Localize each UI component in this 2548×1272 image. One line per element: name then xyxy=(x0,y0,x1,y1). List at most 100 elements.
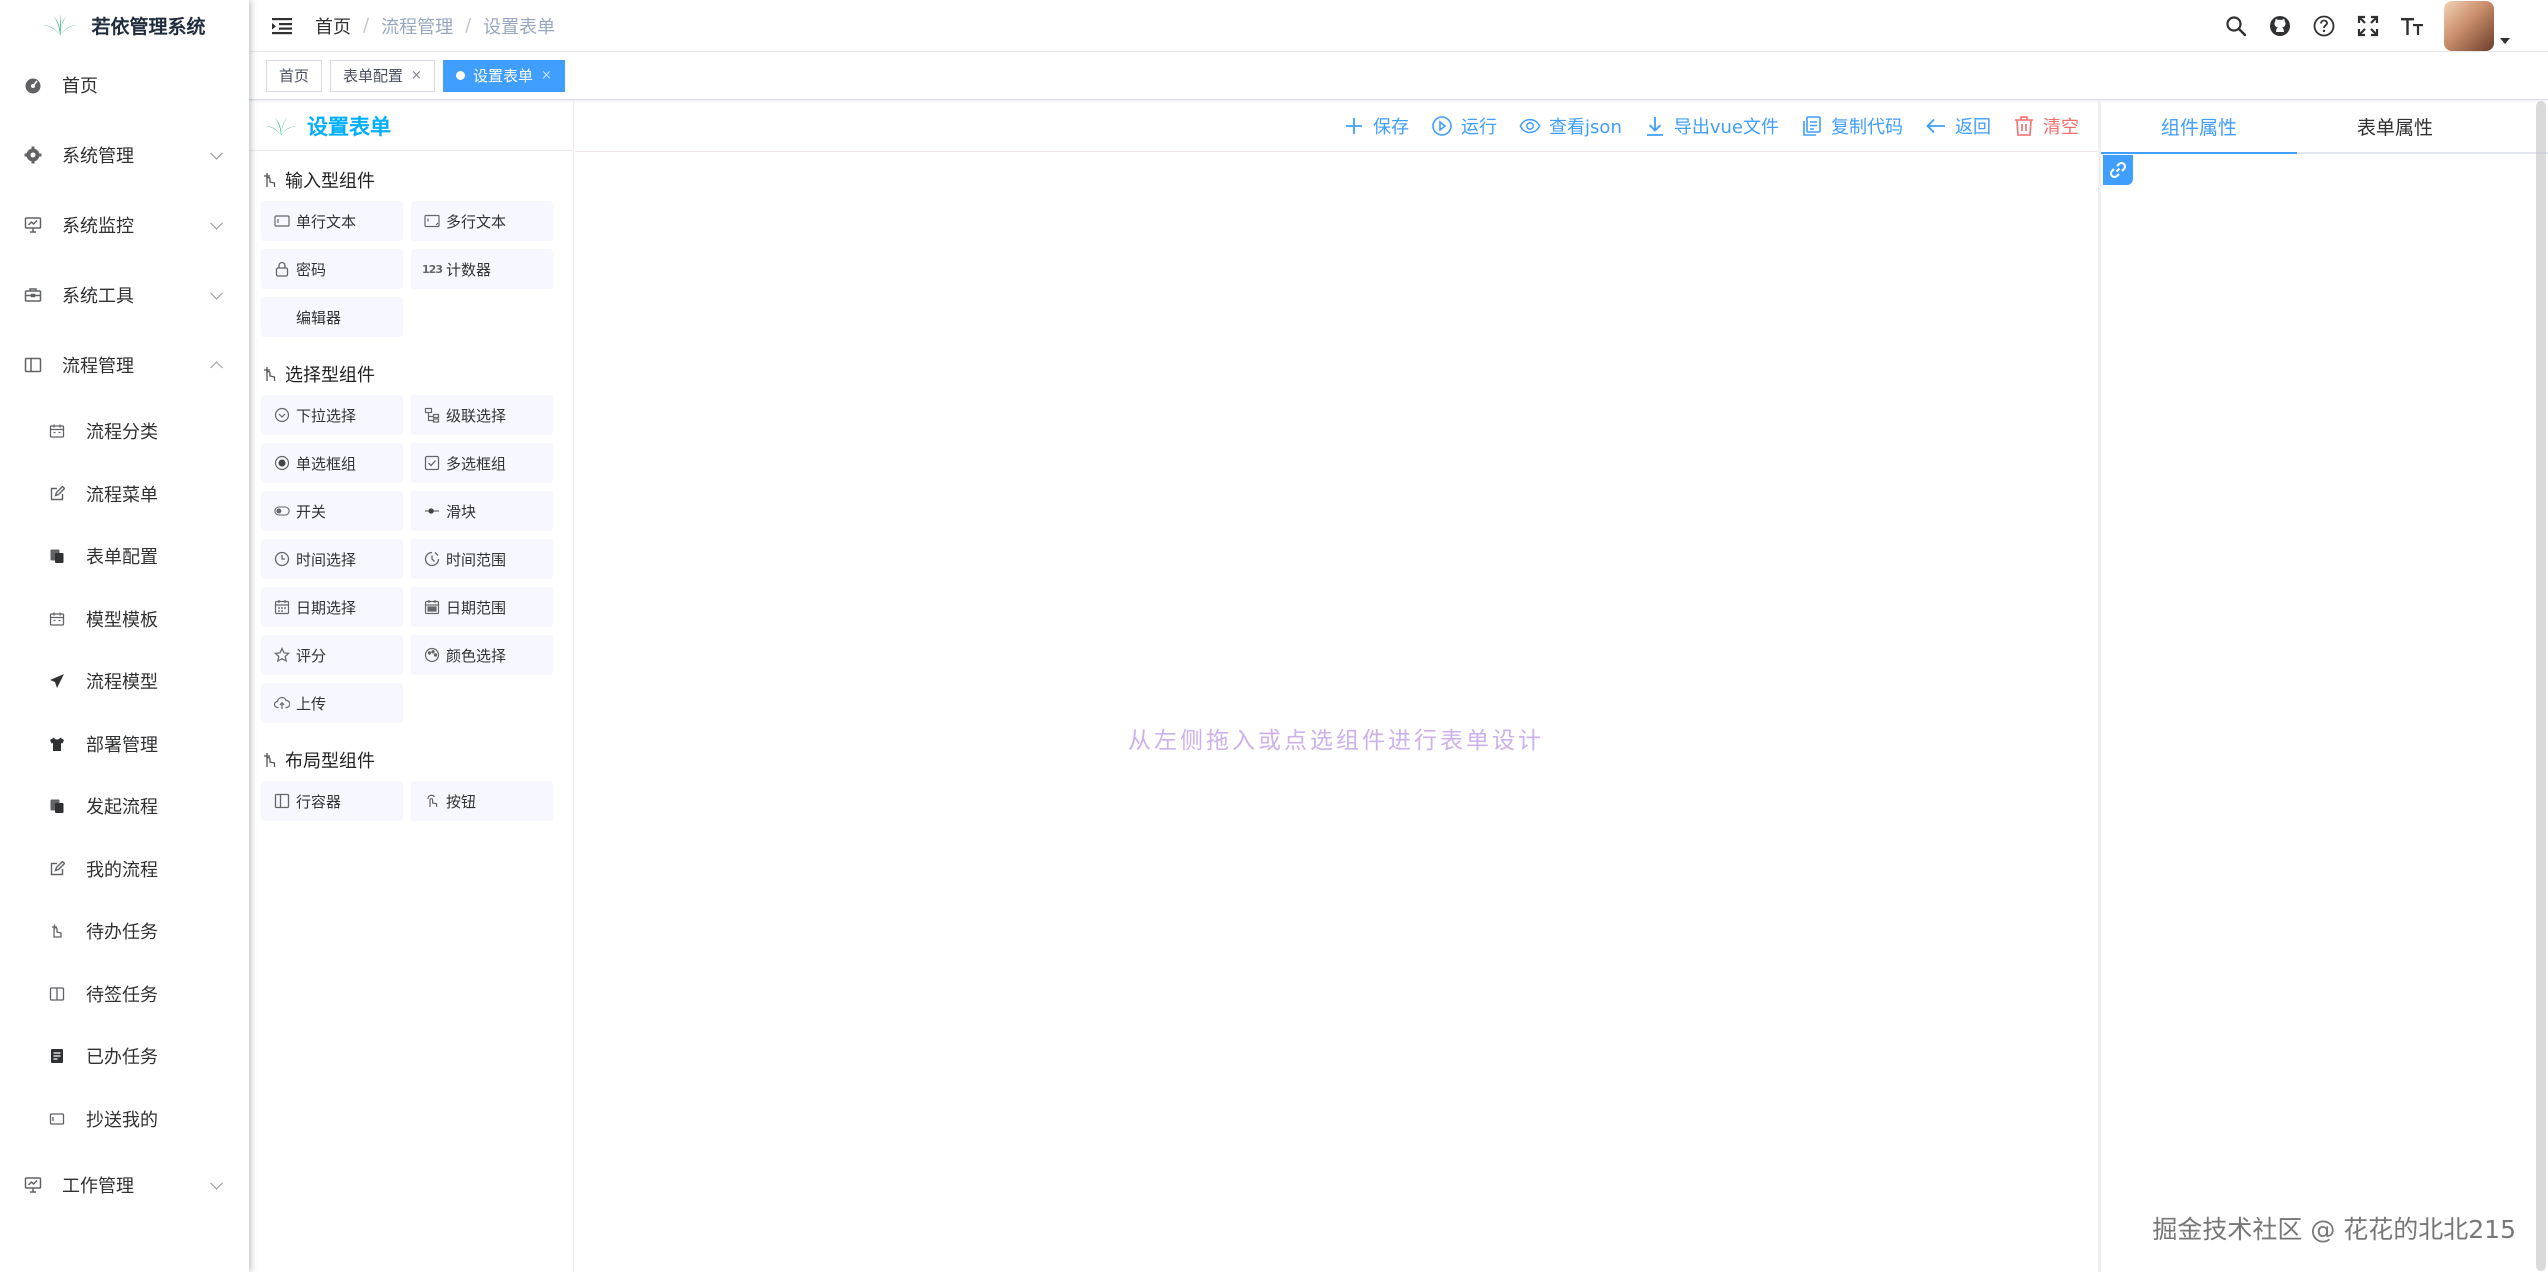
component-item[interactable]: 滑块 xyxy=(411,491,553,531)
sidebar-item[interactable]: 待签任务 xyxy=(0,963,249,1026)
action-bar: 保存 运行 查看json 导出vue文件 复制代码 返回 清空 xyxy=(1343,101,2079,151)
component-item[interactable]: 单行文本 xyxy=(261,201,403,241)
sidebar-item[interactable]: 部署管理 xyxy=(0,713,249,776)
chevron-down-icon xyxy=(210,216,223,230)
sidebar-item[interactable]: 系统工具 xyxy=(0,260,249,330)
action-button[interactable]: 查看json xyxy=(1519,113,1622,139)
link-icon[interactable] xyxy=(2103,155,2133,185)
sidebar-item[interactable]: 已办任务 xyxy=(0,1025,249,1088)
component-item[interactable]: 单选框组 xyxy=(261,443,403,483)
user-avatar[interactable] xyxy=(2444,1,2494,51)
component-item[interactable]: 按钮 xyxy=(411,781,553,821)
component-item[interactable]: 日期范围 xyxy=(411,587,553,627)
app-title: 若依管理系统 xyxy=(91,15,206,38)
font-size-icon[interactable] xyxy=(2400,14,2424,38)
divider xyxy=(575,151,2097,152)
sidebar-item[interactable]: 系统监控 xyxy=(0,190,249,260)
component-item[interactable]: 时间范围 xyxy=(411,539,553,579)
active-dot-icon xyxy=(455,71,465,80)
sidebar-item[interactable]: 发起流程 xyxy=(0,775,249,838)
component-item[interactable]: 123 计数器 xyxy=(411,249,553,289)
sidebar-item[interactable]: 流程分类 xyxy=(0,400,249,463)
scrollbar[interactable] xyxy=(2536,101,2546,1271)
group-title-label: 布局型组件 xyxy=(285,751,375,772)
sidebar-menu: 首页 系统管理 系统监控 系统工具 流程管理 流程分类流程菜单表单配置模型模板 流程模型 部署… xyxy=(0,50,249,1220)
component-item[interactable]: 上传 xyxy=(261,683,403,723)
chevron-down-icon xyxy=(210,146,223,160)
action-label: 返回 xyxy=(1955,117,1991,138)
component-item[interactable]: 下拉选择 xyxy=(261,395,403,435)
component-item[interactable]: 级联选择 xyxy=(411,395,553,435)
tag-label: 设置表单 xyxy=(472,67,533,85)
component-grid: 下拉选择 级联选择 单选框组 多选框组 开关 滑块时间选择 时间范围 日期选择 日期范围 评分 颜色… xyxy=(261,395,565,723)
caret-down-icon[interactable] xyxy=(2500,38,2510,44)
tag-item[interactable]: 首页 xyxy=(266,59,323,92)
action-label: 保存 xyxy=(1373,117,1410,138)
tag-item[interactable]: 设置表单 × xyxy=(442,59,565,92)
action-button[interactable]: 保存 xyxy=(1343,113,1409,139)
sidebar-item[interactable]: 首页 xyxy=(0,50,249,120)
component-label: 行容器 xyxy=(296,792,342,811)
send-icon xyxy=(48,672,66,690)
sidebar-item-label: 表单配置 xyxy=(86,547,158,569)
component-item[interactable]: 多行文本 xyxy=(411,201,553,241)
group-title-label: 输入型组件 xyxy=(285,171,375,192)
action-button[interactable]: 运行 xyxy=(1431,113,1497,139)
blank-icon xyxy=(274,309,290,325)
input-icon xyxy=(274,213,290,229)
component-item[interactable]: 评分 xyxy=(261,635,403,675)
component-item[interactable]: 行容器 xyxy=(261,781,403,821)
sidebar-logo[interactable]: 若依管理系统 xyxy=(0,0,249,50)
property-tab[interactable]: 表单属性 xyxy=(2297,101,2493,152)
date-icon xyxy=(274,599,290,615)
download-icon xyxy=(1644,115,1666,137)
sidebar-item-label: 待签任务 xyxy=(86,984,158,1006)
component-item[interactable]: 时间选择 xyxy=(261,539,403,579)
sidebar-item[interactable]: 待办任务 xyxy=(0,900,249,963)
group-title-label: 选择型组件 xyxy=(285,365,375,386)
drag-icon xyxy=(48,922,66,940)
component-label: 滑块 xyxy=(446,502,477,521)
sidebar-item[interactable]: 抄送我的 xyxy=(0,1088,249,1151)
tag-item[interactable]: 表单配置 × xyxy=(330,59,435,92)
action-button[interactable]: 导出vue文件 xyxy=(1644,113,1779,139)
component-item[interactable]: 编辑器 xyxy=(261,297,403,337)
watermark: 掘金技术社区 @ 花花的北北215 xyxy=(2152,1215,2516,1244)
search-icon[interactable] xyxy=(2224,14,2248,38)
component-item[interactable]: 密码 xyxy=(261,249,403,289)
help-icon[interactable] xyxy=(2312,14,2336,38)
card-icon xyxy=(48,1110,66,1128)
sidebar-item[interactable]: 流程菜单 xyxy=(0,463,249,526)
action-button[interactable]: 清空 xyxy=(2013,113,2079,139)
component-label: 上传 xyxy=(296,694,327,713)
action-button[interactable]: 复制代码 xyxy=(1801,113,1903,139)
lock-icon xyxy=(274,261,290,277)
tag-label: 首页 xyxy=(279,67,310,85)
time-range-icon xyxy=(424,551,440,567)
property-tab[interactable]: 组件属性 xyxy=(2101,101,2297,154)
github-icon[interactable] xyxy=(2268,14,2292,38)
component-item[interactable]: 开关 xyxy=(261,491,403,531)
sidebar-item[interactable]: 流程模型 xyxy=(0,650,249,713)
sidebar-item[interactable]: 表单配置 xyxy=(0,525,249,588)
sidebar-item-label: 流程菜单 xyxy=(86,484,158,506)
component-item[interactable]: 日期选择 xyxy=(261,587,403,627)
switch-icon xyxy=(274,503,290,519)
hamburger-icon[interactable] xyxy=(271,15,293,37)
component-item[interactable]: 颜色选择 xyxy=(411,635,553,675)
sidebar: 若依管理系统 首页 系统管理 系统监控 系统工具 流程管理 流程分类流程菜单表单配置模型模… xyxy=(0,0,249,1272)
close-icon[interactable]: × xyxy=(411,68,422,83)
sidebar-item[interactable]: 工作管理 xyxy=(0,1150,249,1220)
sidebar-item[interactable]: 我的流程 xyxy=(0,838,249,901)
action-button[interactable]: 返回 xyxy=(1925,113,1991,139)
sidebar-item[interactable]: 模型模板 xyxy=(0,588,249,651)
close-icon[interactable]: × xyxy=(541,68,552,83)
component-item[interactable]: 多选框组 xyxy=(411,443,553,483)
breadcrumb-item-home[interactable]: 首页 xyxy=(315,13,351,39)
chevron-down-icon xyxy=(210,1176,223,1190)
star-icon xyxy=(274,647,290,663)
sidebar-item[interactable]: 流程管理 xyxy=(0,330,249,400)
breadcrumb-separator: / xyxy=(465,15,472,36)
fullscreen-icon[interactable] xyxy=(2356,14,2380,38)
sidebar-item[interactable]: 系统管理 xyxy=(0,120,249,190)
